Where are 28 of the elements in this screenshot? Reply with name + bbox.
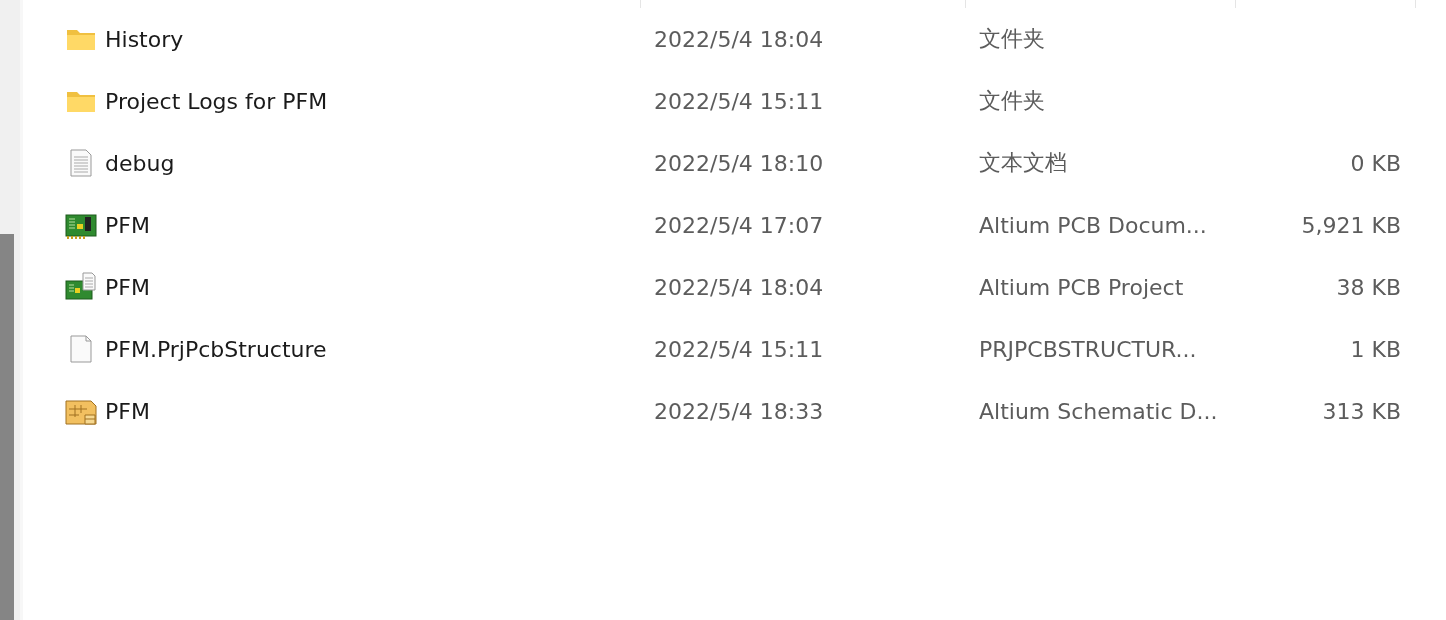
modified-date: 2022/5/4 18:33 (654, 398, 824, 424)
file-size: 1 KB (1350, 336, 1401, 362)
file-name[interactable]: PFM.PrjPcbStructure (105, 336, 327, 362)
modified-date: 2022/5/4 17:07 (654, 212, 824, 238)
file-size: 38 KB (1336, 274, 1401, 300)
file-type: Altium PCB Project (979, 274, 1184, 300)
modified-date: 2022/5/4 18:04 (654, 274, 824, 300)
file-size: 313 KB (1322, 398, 1401, 424)
file-type: 文件夹 (979, 88, 1045, 113)
modified-date: 2022/5/4 18:04 (654, 26, 824, 52)
file-type: Altium Schematic D... (979, 398, 1218, 424)
file-type: 文本文档 (979, 150, 1067, 175)
file-name[interactable]: Project Logs for PFM (105, 88, 328, 114)
file-name[interactable]: PFM (105, 398, 150, 424)
file-size: 0 KB (1350, 150, 1401, 176)
file-name[interactable]: PFM (105, 274, 150, 300)
modified-date: 2022/5/4 15:11 (654, 88, 824, 114)
circuit-board-document-icon (65, 271, 97, 303)
modified-date: 2022/5/4 18:10 (654, 150, 824, 176)
file-type: 文件夹 (979, 26, 1045, 51)
modified-date: 2022/5/4 15:11 (654, 336, 824, 362)
file-name[interactable]: History (105, 26, 184, 52)
file-size: 5,921 KB (1301, 212, 1401, 238)
scrollbar-thumb[interactable] (0, 234, 14, 620)
file-type: PRJPCBSTRUCTUR... (979, 336, 1197, 362)
file-name[interactable]: PFM (105, 212, 150, 238)
file-name[interactable]: debug (105, 150, 175, 176)
file-type: Altium PCB Docum... (979, 212, 1207, 238)
